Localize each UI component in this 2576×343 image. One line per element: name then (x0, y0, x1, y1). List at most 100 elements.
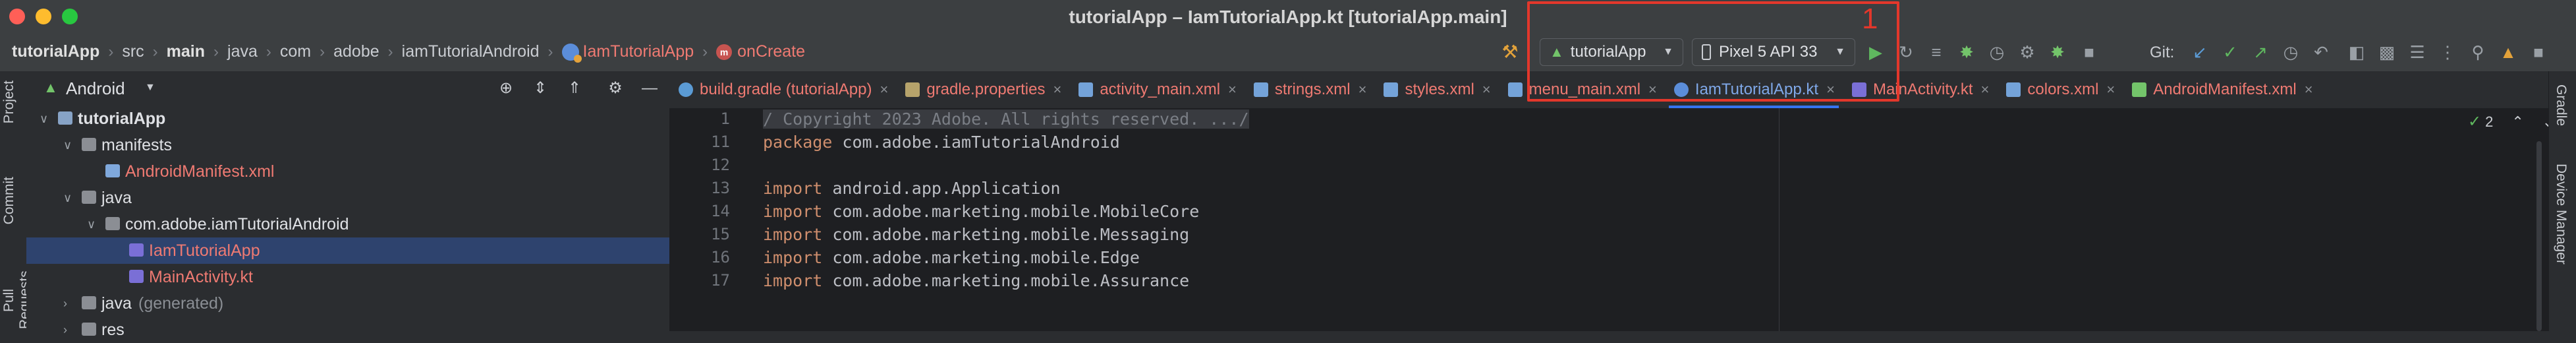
chevron-down-icon[interactable]: ∨ (63, 132, 72, 158)
close-icon[interactable]: × (2305, 81, 2313, 98)
avatar[interactable]: ■ (2525, 38, 2552, 66)
run-configuration-select[interactable]: ▲ tutorialApp ▼ (1540, 38, 1683, 66)
editor-tab[interactable]: strings.xml × (1245, 71, 1375, 108)
close-icon[interactable]: × (1358, 81, 1367, 98)
breadcrumb-item[interactable]: src (122, 42, 144, 61)
search-icon[interactable]: ⚲ (2464, 38, 2492, 66)
folder-icon (82, 323, 96, 336)
tree-item[interactable]: › res (26, 317, 669, 343)
tree-item[interactable]: ∨ tutorialApp (26, 106, 669, 132)
editor-tab[interactable]: menu_main.xml × (1499, 71, 1665, 108)
code-line[interactable]: import com.adobe.marketing.mobile.Assura… (763, 271, 1189, 290)
editor-tab[interactable]: activity_main.xml × (1069, 71, 1245, 108)
tree-item[interactable]: AndroidManifest.xml (26, 158, 669, 185)
expand-all-icon[interactable]: ⇕ (530, 78, 551, 99)
git-push-icon[interactable]: ↗ (2247, 38, 2274, 66)
tree-item[interactable]: ∨ manifests (26, 132, 669, 158)
chevron-down-icon[interactable]: ▼ (145, 82, 155, 94)
editor-tab[interactable]: styles.xml × (1374, 71, 1498, 108)
git-rollback-icon[interactable]: ↶ (2307, 38, 2335, 66)
code-line[interactable]: package com.adobe.iamTutorialAndroid (763, 133, 1120, 152)
run-icon[interactable]: ▶ (1862, 38, 1890, 66)
profile-icon[interactable]: ◷ (1983, 38, 2011, 66)
select-opened-file-icon[interactable]: ⊕ (495, 78, 517, 99)
breadcrumb-item[interactable]: IamTutorialApp (561, 42, 694, 63)
sdk-manager-icon[interactable]: ☰ (2403, 38, 2431, 66)
tree-item[interactable]: MainActivity.kt (26, 264, 669, 290)
breadcrumb-item[interactable]: java (227, 42, 258, 61)
close-icon[interactable]: × (1981, 81, 1990, 98)
apply-code-changes-icon[interactable]: ≡ (1922, 38, 1950, 66)
stop-icon[interactable]: ■ (2075, 38, 2103, 66)
git-update-icon[interactable]: ↙ (2186, 38, 2214, 66)
attach-debugger-icon[interactable]: ✸ (2044, 38, 2071, 66)
close-icon[interactable]: × (2106, 81, 2115, 98)
breadcrumb-item[interactable]: iamTutorialAndroid (402, 42, 540, 61)
close-icon[interactable]: × (880, 81, 888, 98)
device-manager-icon[interactable]: ▩ (2373, 38, 2401, 66)
close-icon[interactable]: × (1648, 81, 1657, 98)
editor-tab[interactable]: build.gradle (tutorialApp) × (669, 71, 896, 108)
chevron-up-icon[interactable]: ⌃ (2511, 113, 2523, 131)
editor-tab[interactable]: IamTutorialApp.kt × (1664, 71, 1843, 108)
editor-tab[interactable]: colors.xml × (1997, 71, 2123, 108)
chevron-down-icon[interactable]: ∨ (87, 211, 96, 237)
tool-window-commit[interactable]: Commit (1, 177, 24, 224)
tree-item[interactable]: IamTutorialApp (26, 237, 669, 264)
more-actions-icon[interactable]: ⋮ (2434, 38, 2461, 66)
breadcrumb-item[interactable]: adobe (333, 42, 379, 61)
tool-window-gradle[interactable]: Gradle (2553, 84, 2569, 126)
code-line[interactable]: / Copyright 2023 Adobe. All rights reser… (763, 109, 1249, 129)
breadcrumb-separator-icon: › (213, 42, 219, 61)
editor-scrollbar[interactable] (2536, 141, 2542, 331)
close-icon[interactable]: × (1228, 81, 1237, 98)
code-line[interactable]: import com.adobe.marketing.mobile.Messag… (763, 225, 1189, 244)
tool-window-project[interactable]: Project (1, 80, 24, 123)
editor-tab[interactable]: gradle.properties × (896, 71, 1069, 108)
breadcrumb-item[interactable]: m onCreate (716, 42, 805, 61)
tree-item[interactable]: ∨ com.adobe.iamTutorialAndroid (26, 211, 669, 237)
breadcrumb-item[interactable]: tutorialApp (12, 42, 99, 61)
gear-icon[interactable]: ⚙ (605, 78, 626, 99)
tree-item[interactable]: › java (generated) (26, 290, 669, 317)
breadcrumb-item[interactable]: com (280, 42, 311, 61)
breadcrumb-item[interactable]: main (167, 42, 205, 61)
breadcrumb-label: iamTutorialAndroid (401, 42, 540, 61)
code-line[interactable]: import com.adobe.marketing.mobile.Edge (763, 248, 1140, 267)
kotlin-file-icon (1673, 82, 1689, 97)
editor-tab-label: activity_main.xml (1100, 80, 1221, 98)
collapse-all-icon[interactable]: ⇑ (564, 78, 585, 99)
chevron-down-icon[interactable]: ∨ (40, 106, 48, 132)
updates-icon[interactable]: ▲ (2494, 38, 2522, 66)
hide-panel-icon[interactable]: — (639, 78, 660, 99)
chevron-right-icon[interactable]: › (63, 317, 67, 343)
git-commit-icon[interactable]: ✓ (2216, 38, 2244, 66)
project-tree: ∨ tutorialApp ∨ manifests AndroidManifest.xm… (26, 106, 669, 343)
device-select[interactable]: Pixel 5 API 33 ▼ (1692, 38, 1855, 66)
close-icon[interactable]: × (1053, 81, 1061, 98)
device-mirror-icon[interactable]: ◧ (2343, 38, 2370, 66)
tool-window-pull-requests[interactable]: Pull Requests (1, 269, 32, 331)
build-hammer-icon[interactable]: ⚒ (1497, 39, 1523, 65)
editor-tab[interactable]: AndroidManifest.xml × (2123, 71, 2320, 108)
tool-window-device-manager[interactable]: Device Manager (2553, 164, 2569, 265)
close-icon[interactable]: × (1826, 81, 1835, 98)
code-area[interactable]: / Copyright 2023 Adobe. All rights reser… (754, 108, 2401, 331)
code-editor[interactable]: 1 11 12 13 14 15 16 17 / Copyright 2023 Adobe. … (669, 108, 2554, 331)
git-history-icon[interactable]: ◷ (2277, 38, 2305, 66)
editor-tab-label: MainActivity.kt (1872, 80, 1973, 98)
chevron-right-icon[interactable]: › (63, 290, 67, 317)
debug-icon[interactable]: ✸ (1953, 38, 1980, 66)
editor-tab[interactable]: MainActivity.kt × (1843, 71, 1997, 108)
close-icon[interactable]: × (1482, 81, 1491, 98)
tree-item-label: AndroidManifest.xml (125, 162, 275, 181)
line-number: 13 (711, 179, 730, 197)
code-line[interactable]: import com.adobe.marketing.mobile.Mobile… (763, 202, 1199, 221)
apply-changes-icon[interactable]: ↻ (1892, 38, 1920, 66)
project-view-select[interactable]: Android (66, 78, 125, 99)
inspection-widget[interactable]: ✓ 2 ⌃ ⌄ (2468, 112, 2554, 131)
chevron-down-icon[interactable]: ∨ (63, 185, 72, 211)
tree-item[interactable]: ∨ java (26, 185, 669, 211)
code-line[interactable]: import android.app.Application (763, 179, 1061, 198)
coverage-icon[interactable]: ⚙ (2013, 38, 2041, 66)
